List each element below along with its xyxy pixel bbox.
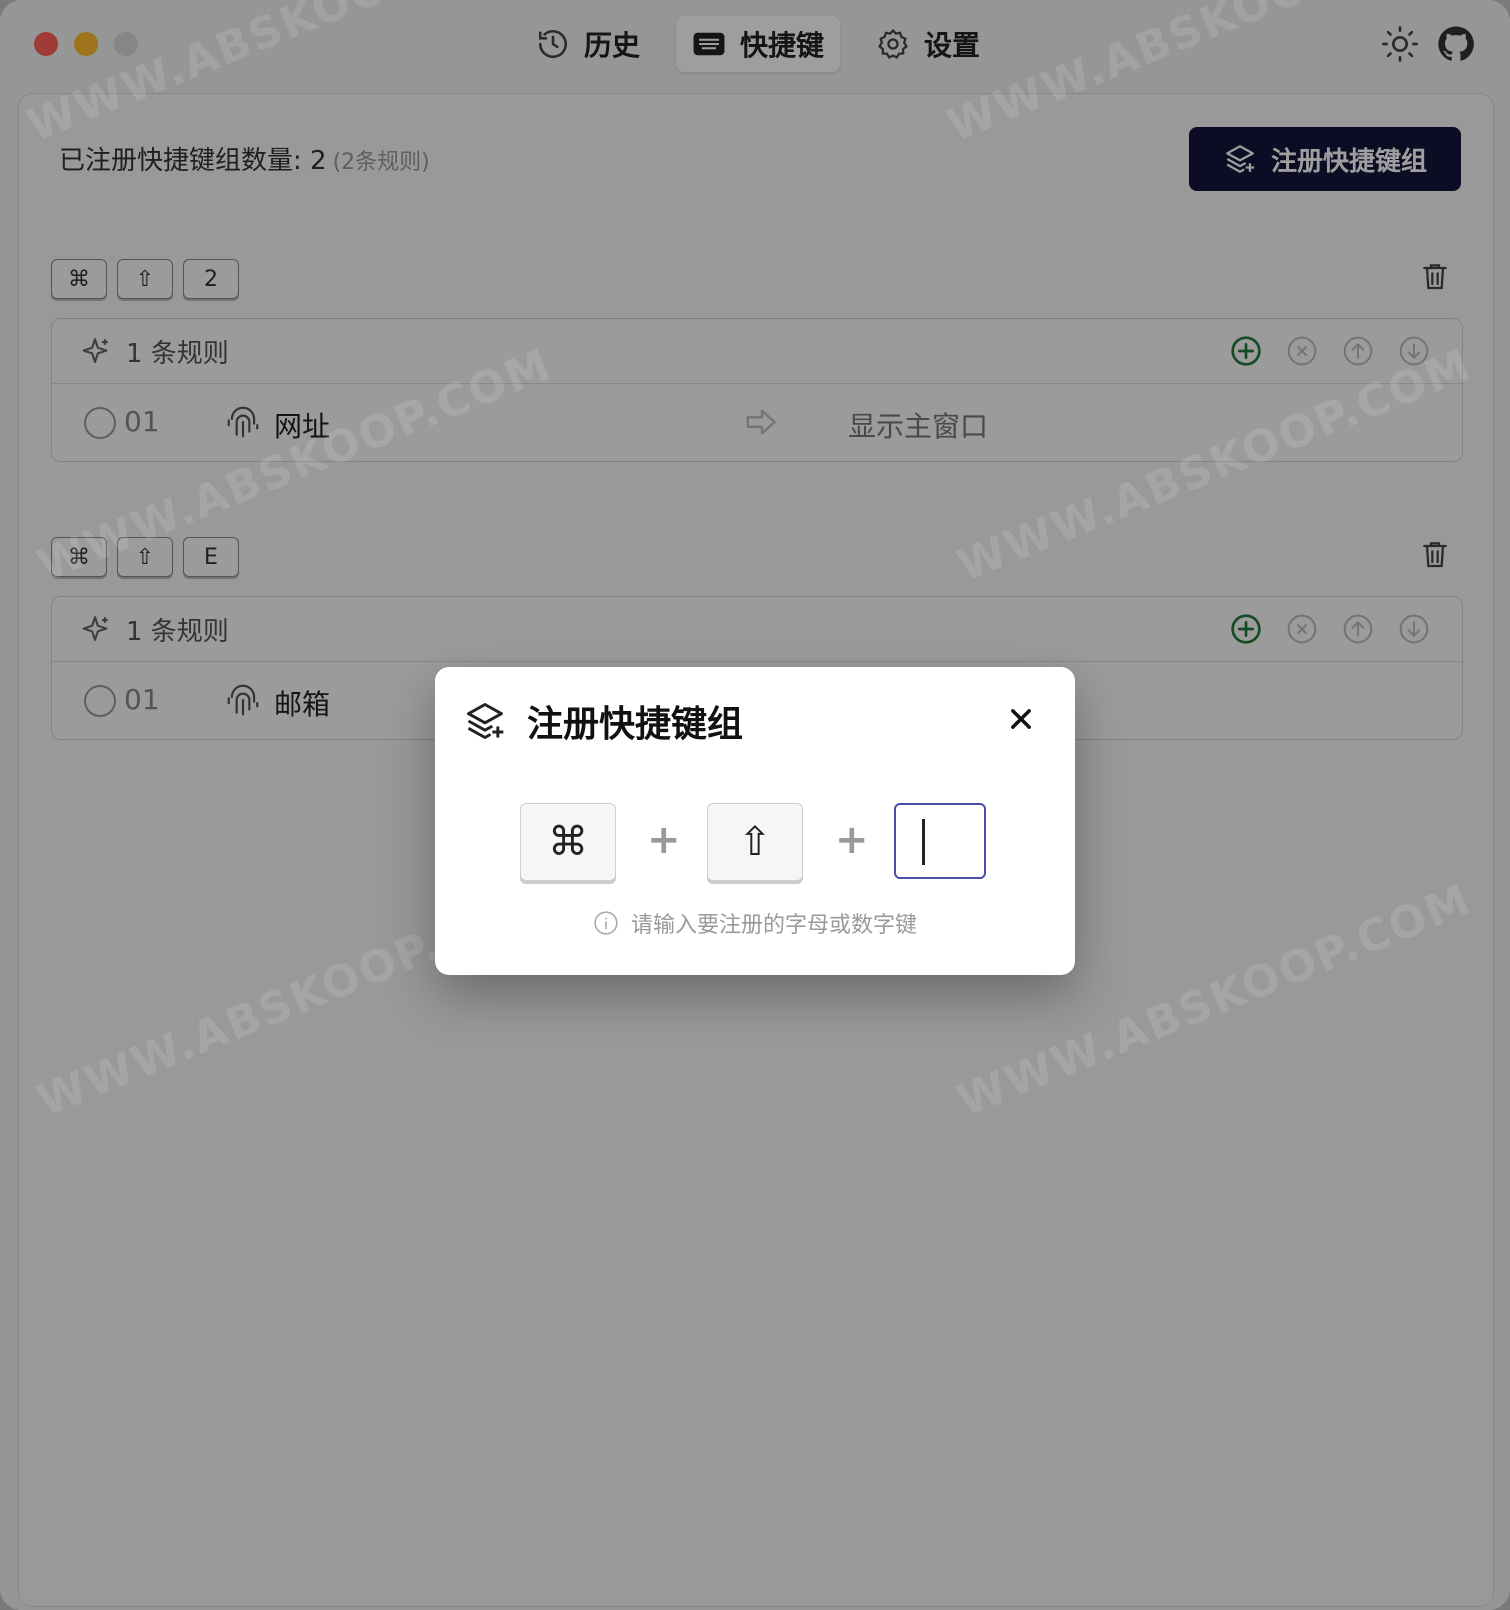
layers-plus-icon xyxy=(467,703,504,739)
dialog-hint-text: 请输入要注册的字母或数字键 xyxy=(630,913,917,938)
plus-sign: + xyxy=(647,817,681,863)
watermark: WWW.ABSKOOP.COM xyxy=(30,338,559,593)
register-shortcut-dialog: 注册快捷键组 ⌘ + ⇧ + 请输入要注册的字母或数字键 xyxy=(435,667,1075,975)
shift-key: ⇧ xyxy=(707,803,803,881)
command-key: ⌘ xyxy=(520,803,616,881)
text-caret xyxy=(922,819,925,865)
dialog-hint: 请输入要注册的字母或数字键 xyxy=(435,907,1075,939)
app-window: 历史 快捷键 设置 已注册快捷键组数量: 2(2条规则) 注册快捷键组 ⌘ ⇧ xyxy=(0,0,1510,1610)
watermark: WWW.ABSKOOP.COM xyxy=(950,338,1479,593)
key-input[interactable] xyxy=(894,803,986,879)
info-icon xyxy=(594,911,618,935)
dialog-title-text: 注册快捷键组 xyxy=(527,704,744,745)
watermark: WWW.ABSKOOP.COM xyxy=(940,0,1469,153)
plus-sign: + xyxy=(835,817,869,863)
close-icon[interactable] xyxy=(1007,705,1035,733)
watermark: WWW.ABSKOOP.COM xyxy=(20,0,549,153)
dialog-title: 注册快捷键组 xyxy=(463,695,743,747)
